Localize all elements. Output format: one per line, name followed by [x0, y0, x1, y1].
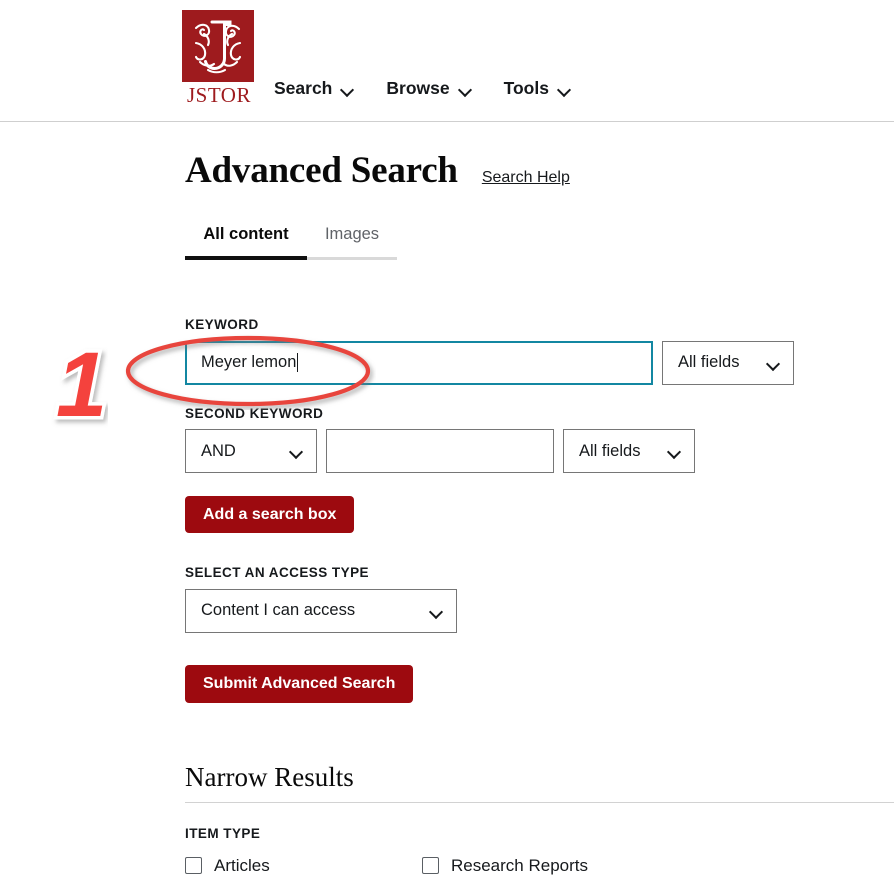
nav-item-browse-label: Browse	[386, 80, 449, 98]
main-navigation: Search Browse Tools	[274, 80, 571, 98]
nav-item-tools[interactable]: Tools	[504, 80, 571, 98]
item-type-group: ITEM TYPE Articles Research Reports	[185, 827, 894, 874]
tab-all-content[interactable]: All content	[185, 225, 307, 261]
keyword-field-select[interactable]: All fields	[662, 341, 794, 385]
keyword-label: KEYWORD	[185, 318, 894, 332]
second-keyword-input[interactable]	[326, 429, 554, 473]
keyword-input[interactable]: Meyer lemon	[185, 341, 653, 385]
second-keyword-field-select[interactable]: All fields	[563, 429, 695, 473]
keyword-input-value: Meyer lemon	[201, 353, 296, 372]
text-caret	[297, 353, 298, 372]
checkbox-box-icon[interactable]	[422, 857, 439, 874]
item-type-options: Articles Research Reports	[185, 857, 894, 874]
access-type-select[interactable]: Content I can access	[185, 589, 457, 633]
checkbox-articles-label: Articles	[214, 857, 270, 874]
checkbox-box-icon[interactable]	[185, 857, 202, 874]
keyword-group: KEYWORD Meyer lemon All fields	[185, 318, 894, 385]
content-type-tabs: All content Images	[185, 225, 397, 261]
access-type-row: Content I can access	[185, 589, 894, 633]
keyword-row: Meyer lemon All fields	[185, 341, 894, 385]
add-search-box-button[interactable]: Add a search box	[185, 496, 354, 533]
checkbox-articles[interactable]: Articles	[185, 857, 422, 874]
nav-item-search[interactable]: Search	[274, 80, 354, 98]
nav-item-search-label: Search	[274, 80, 332, 98]
chevron-down-icon	[668, 447, 681, 455]
nav-item-tools-label: Tools	[504, 80, 549, 98]
search-help-link[interactable]: Search Help	[482, 169, 570, 187]
page-content: Advanced Search Search Help All content …	[0, 122, 894, 874]
tab-images[interactable]: Images	[307, 225, 397, 261]
nav-item-browse[interactable]: Browse	[386, 80, 471, 98]
chevron-down-icon	[459, 85, 472, 93]
keyword-field-select-value: All fields	[678, 353, 739, 372]
chevron-down-icon	[767, 359, 780, 367]
checkbox-research-reports-label: Research Reports	[451, 857, 588, 874]
chevron-down-icon	[341, 85, 354, 93]
boolean-operator-value: AND	[201, 442, 236, 461]
submit-advanced-search-button[interactable]: Submit Advanced Search	[185, 665, 413, 703]
access-type-group: SELECT AN ACCESS TYPE Content I can acce…	[185, 566, 894, 633]
item-type-label: ITEM TYPE	[185, 827, 894, 841]
jstor-logo[interactable]: JSTOR	[182, 10, 256, 106]
boolean-operator-select[interactable]: AND	[185, 429, 317, 473]
jstor-wordmark: JSTOR	[182, 84, 256, 106]
narrow-results-heading: Narrow Results	[185, 762, 894, 803]
site-header: JSTOR Search Browse Tools	[0, 0, 894, 122]
chevron-down-icon	[290, 447, 303, 455]
second-keyword-group: SECOND KEYWORD AND All fields	[185, 407, 894, 474]
page-title: Advanced Search	[185, 151, 458, 192]
checkbox-research-reports[interactable]: Research Reports	[422, 857, 588, 874]
second-keyword-field-select-value: All fields	[579, 442, 640, 461]
jstor-j-monogram-icon	[182, 10, 254, 82]
chevron-down-icon	[430, 607, 443, 615]
chevron-down-icon	[558, 85, 571, 93]
access-type-select-value: Content I can access	[201, 601, 355, 620]
page-header: Advanced Search Search Help	[185, 122, 894, 192]
second-keyword-label: SECOND KEYWORD	[185, 407, 894, 421]
second-keyword-row: AND All fields	[185, 429, 894, 473]
access-type-label: SELECT AN ACCESS TYPE	[185, 566, 894, 580]
